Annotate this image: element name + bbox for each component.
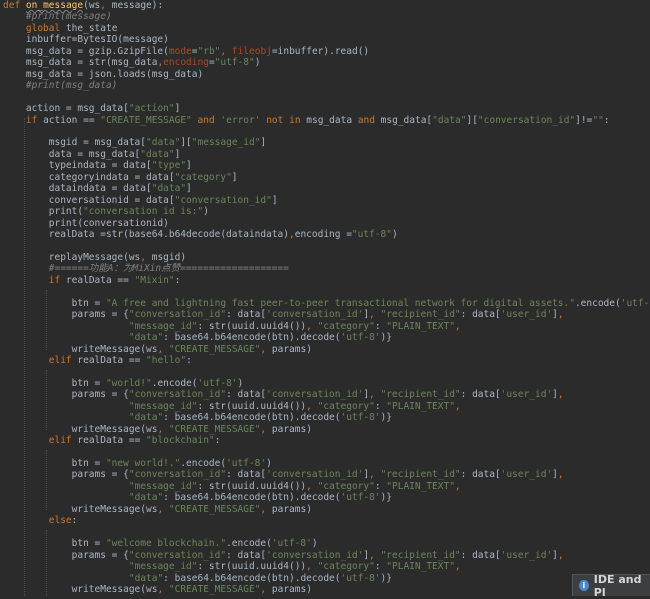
ide-notification-balloon[interactable]: i IDE and Pl <box>572 572 650 599</box>
code-line[interactable]: categoryindata = data["category"] <box>3 172 238 184</box>
code-line[interactable]: realData =str(base64.b64decode(dataindat… <box>3 229 398 241</box>
code-line[interactable]: "data": base64.b64encode(btn).decode('ut… <box>3 573 392 585</box>
code-line[interactable]: dataindata = data["data"] <box>3 183 192 195</box>
notification-label: IDE and Pl <box>593 572 642 599</box>
code-line[interactable]: params = {"conversation_id": data['conve… <box>3 550 564 562</box>
code-line[interactable]: elif realData == "hello": <box>3 355 192 367</box>
code-line[interactable]: writeMessage(ws, "CREATE_MESSAGE", param… <box>3 424 312 436</box>
code-line[interactable]: writeMessage(ws, "CREATE_MESSAGE", param… <box>3 344 312 356</box>
code-line[interactable]: else: <box>3 515 78 527</box>
code-line[interactable]: typeindata = data["type"] <box>3 160 192 172</box>
code-editor[interactable]: def on_message(ws, message): #print(mess… <box>0 0 650 596</box>
code-line[interactable]: #print(msg_data) <box>3 80 118 92</box>
code-line[interactable]: writeMessage(ws, "CREATE_MESSAGE", param… <box>3 584 312 596</box>
code-line[interactable]: data = msg_data["data"] <box>3 149 181 161</box>
code-line[interactable]: "message_id": str(uuid.uuid4()), "catego… <box>3 321 461 333</box>
code-line[interactable]: elif realData == "blockchain": <box>3 435 221 447</box>
code-line[interactable]: #======功能A：为MiXin点赞=================== <box>3 263 289 275</box>
info-icon: i <box>579 580 589 591</box>
code-line[interactable]: replayMessage(ws, msgid) <box>3 252 186 264</box>
code-line[interactable]: "message_id": str(uuid.uuid4()), "catego… <box>3 401 461 413</box>
code-line[interactable]: msgid = msg_data["data"]["message_id"] <box>3 137 266 149</box>
code-line[interactable]: action = msg_data["action"] <box>3 103 180 115</box>
code-line[interactable]: conversationid = data["conversation_id"] <box>3 195 278 207</box>
code-line[interactable]: msg_data = str(msg_data,encoding="utf-8"… <box>3 57 261 69</box>
code-line[interactable]: "data": base64.b64encode(btn).decode('ut… <box>3 412 392 424</box>
code-line[interactable]: btn = "new world!.".encode('utf-8') <box>3 458 272 470</box>
code-line[interactable]: def on_message(ws, message): <box>3 0 163 12</box>
code-line[interactable]: "message_id": str(uuid.uuid4()), "catego… <box>3 561 461 573</box>
code-line[interactable]: #print(message) <box>3 11 112 23</box>
code-line[interactable]: params = {"conversation_id": data['conve… <box>3 469 564 481</box>
code-line[interactable]: btn = "world!".encode('utf-8') <box>3 378 244 390</box>
code-line[interactable]: print("conversation id is:") <box>3 206 209 218</box>
code-line[interactable]: btn = "A free and lightning fast peer-to… <box>3 298 650 310</box>
code-line[interactable]: "data": base64.b64encode(btn).decode('ut… <box>3 492 392 504</box>
code-line[interactable]: msg_data = gzip.GzipFile(mode="rb", file… <box>3 46 369 58</box>
code-line[interactable]: print(conversationid) <box>3 218 169 230</box>
code-line[interactable]: if realData == "Mixin": <box>3 275 181 287</box>
code-line[interactable]: "message_id": str(uuid.uuid4()), "catego… <box>3 481 461 493</box>
code-line[interactable]: inbuffer=BytesIO(message) <box>3 34 169 46</box>
code-line[interactable]: msg_data = json.loads(msg_data) <box>3 69 203 81</box>
code-line[interactable]: writeMessage(ws, "CREATE_MESSAGE", param… <box>3 504 312 516</box>
code-line[interactable]: params = {"conversation_id": data['conve… <box>3 389 564 401</box>
code-line[interactable]: if action == "CREATE_MESSAGE" and 'error… <box>3 115 610 127</box>
code-line[interactable]: "data": base64.b64encode(btn).decode('ut… <box>3 332 392 344</box>
code-line[interactable]: params = {"conversation_id": data['conve… <box>3 309 564 321</box>
code-line[interactable]: btn = "welcome blockchain.".encode('utf-… <box>3 538 318 550</box>
code-line[interactable]: global the_state <box>3 23 118 35</box>
